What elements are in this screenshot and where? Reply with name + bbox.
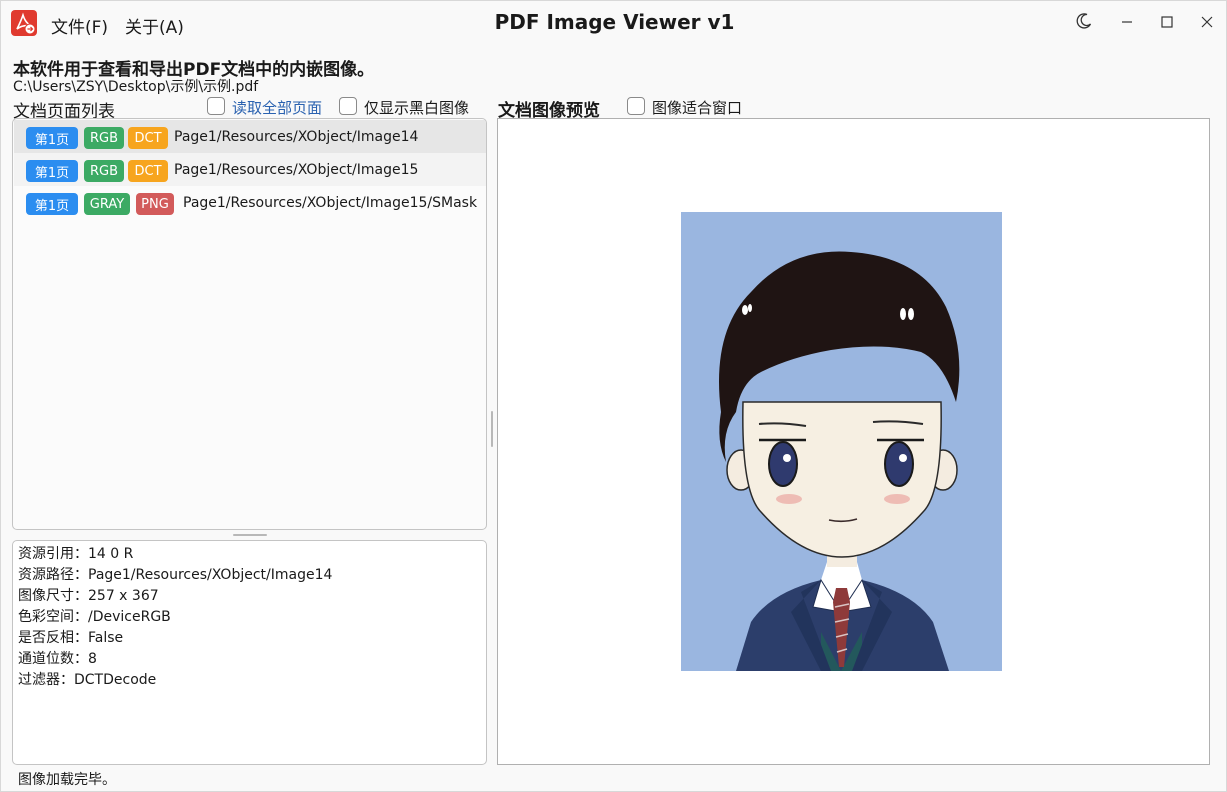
close-button[interactable] [1185,1,1227,45]
maximize-button[interactable] [1145,1,1189,45]
minimize-icon [1120,14,1134,33]
info-resource-path: 资源路径：Page1/Resources/XObject/Image14 [18,567,333,583]
vertical-splitter-handle[interactable] [491,411,493,447]
bw-only-label[interactable]: 仅显示黑白图像 [364,97,469,118]
resource-path: Page1/Resources/XObject/Image15 [174,162,419,178]
fit-window-label[interactable]: 图像适合窗口 [652,97,742,118]
list-item[interactable]: 第1页 RGB DCT Page1/Resources/XObject/Imag… [14,120,486,153]
info-inverted: 是否反相：False [18,630,124,646]
image-info-panel: 资源引用：14 0 R 资源路径：Page1/Resources/XObject… [12,540,487,765]
fit-window-checkbox[interactable] [627,97,645,115]
preview-image [681,212,1002,671]
page-badge: 第1页 [26,127,78,149]
maximize-icon [1160,14,1174,33]
close-icon [1200,14,1214,33]
info-bits-per-channel: 通道位数：8 [18,651,97,667]
window-title: PDF Image Viewer v1 [494,10,735,34]
menu-file[interactable]: 文件(F) [51,13,108,38]
info-filter: 过滤器：DCTDecode [18,672,157,688]
title-bar: 文件(F) 关于(A) PDF Image Viewer v1 [1,1,1227,45]
page-badge: 第1页 [26,193,78,215]
read-all-pages-label[interactable]: 读取全部页面 [232,97,322,118]
list-item[interactable]: 第1页 GRAY PNG Page1/Resources/XObject/Ima… [14,186,486,219]
theme-toggle-button[interactable] [1062,1,1106,45]
info-image-size: 图像尺寸：257 x 367 [18,588,159,604]
pdf-app-icon [11,10,37,36]
minimize-button[interactable] [1105,1,1149,45]
list-item[interactable]: 第1页 RGB DCT Page1/Resources/XObject/Imag… [14,153,486,186]
resource-path: Page1/Resources/XObject/Image14 [174,129,419,145]
info-resource-ref: 资源引用：14 0 R [18,546,134,562]
app-window: 文件(F) 关于(A) PDF Image Viewer v1 本软件用于查看和… [0,0,1227,792]
page-badge: 第1页 [26,160,78,182]
colorspace-badge: RGB [84,127,124,149]
resource-path: Page1/Resources/XObject/Image15/SMask [183,195,478,211]
file-path: C:\Users\ZSY\Desktop\示例\示例.pdf [13,79,259,95]
moon-icon [1075,12,1093,34]
image-preview-panel [497,118,1210,765]
colorspace-badge: RGB [84,160,124,182]
filter-badge: PNG [136,193,174,215]
image-list[interactable]: 第1页 RGB DCT Page1/Resources/XObject/Imag… [12,118,487,530]
bw-only-checkbox[interactable] [339,97,357,115]
horizontal-splitter-handle[interactable] [233,534,267,536]
filter-badge: DCT [128,160,168,182]
menu-about[interactable]: 关于(A) [125,13,184,38]
filter-badge: DCT [128,127,168,149]
status-text: 图像加载完毕。 [18,772,116,788]
read-all-pages-checkbox[interactable] [207,97,225,115]
info-colorspace: 色彩空间：/DeviceRGB [18,609,171,625]
colorspace-badge: GRAY [84,193,130,215]
